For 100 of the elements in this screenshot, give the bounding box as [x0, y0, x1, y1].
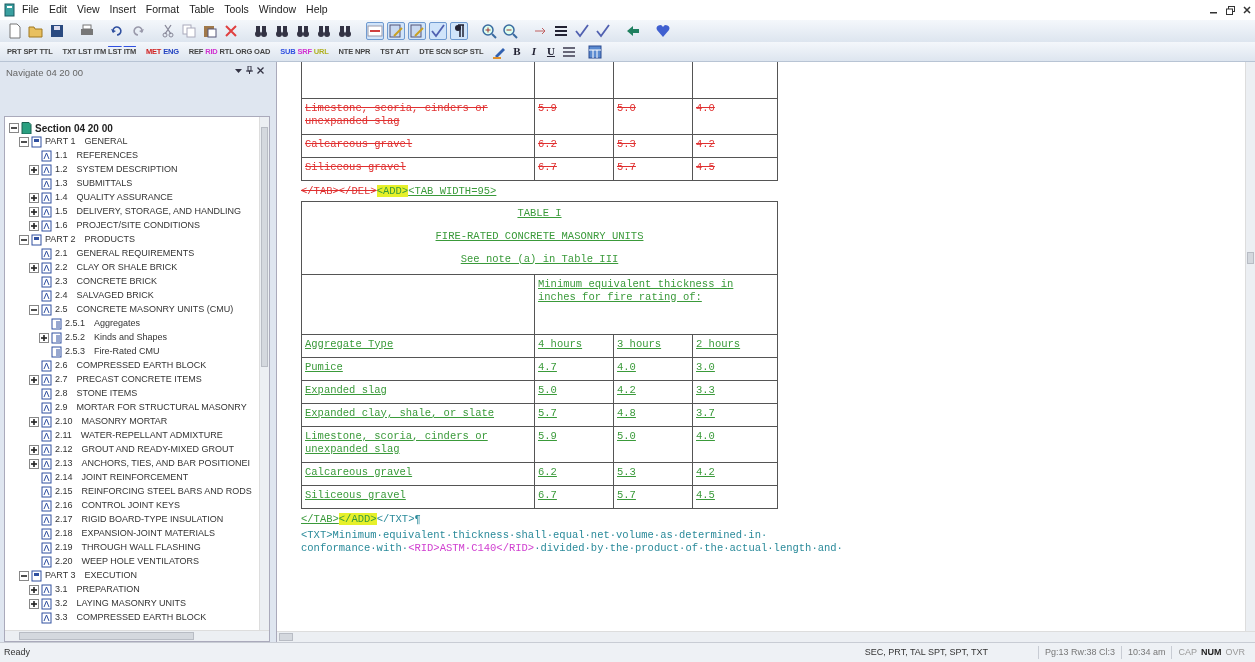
expand-icon[interactable]: [29, 207, 39, 217]
format-button[interactable]: B: [509, 43, 525, 60]
menu-item[interactable]: Edit: [44, 2, 71, 18]
tree-item[interactable]: 1.1 REFERENCES: [52, 149, 139, 163]
expand-icon[interactable]: [29, 599, 39, 609]
scrollbar[interactable]: [1245, 62, 1255, 631]
format-button[interactable]: U: [542, 43, 559, 60]
tree-item[interactable]: 2.3 CONCRETE BRICK: [52, 275, 158, 289]
tree-item[interactable]: 2.10 MASONRY MORTAR: [52, 415, 168, 429]
tree-item[interactable]: 2.8 STONE ITEMS: [52, 387, 138, 401]
dropdown-icon[interactable]: [235, 66, 242, 74]
article-icon: [41, 304, 52, 316]
menu-item[interactable]: Window: [254, 2, 301, 18]
scrollbar[interactable]: [5, 630, 269, 641]
menu-item[interactable]: File: [18, 2, 43, 18]
menu-item[interactable]: Table: [185, 2, 219, 18]
tree-item[interactable]: 3.2 LAYING MASONRY UNITS: [52, 597, 187, 611]
tree-item[interactable]: 2.12 GROUT AND READY-MIXED GROUT: [52, 443, 235, 457]
expand-icon[interactable]: [29, 445, 39, 455]
article-icon: [41, 192, 52, 204]
collapse-icon[interactable]: [19, 571, 29, 581]
expand-icon[interactable]: [29, 165, 39, 175]
format-button[interactable]: I: [527, 43, 540, 60]
tree-item[interactable]: PART 1 GENERAL: [42, 135, 128, 149]
tree-item[interactable]: 2.5 CONCRETE MASONRY UNITS (CMU): [52, 303, 234, 317]
check-mark-icon: [430, 23, 446, 39]
expand-icon[interactable]: [29, 221, 39, 231]
tree-item[interactable]: 2.15 REINFORCING STEEL BARS AND RODS: [52, 485, 252, 499]
collapse-icon[interactable]: [19, 137, 29, 147]
tree-item[interactable]: 2.5.3 Fire-Rated CMU: [62, 345, 160, 359]
lines-icon: [553, 23, 569, 39]
tree-item[interactable]: 2.1 GENERAL REQUIREMENTS: [52, 247, 195, 261]
tree-item[interactable]: 1.4 QUALITY ASSURANCE: [52, 191, 173, 205]
pencil-page-icon: [409, 23, 425, 39]
toolbar-button[interactable]: [48, 22, 66, 40]
close-icon[interactable]: [257, 66, 264, 74]
scissors-icon: [160, 23, 176, 39]
status-text: Pg:13 Rw:38 Cl:3: [1037, 645, 1121, 660]
scrollbar[interactable]: [259, 117, 269, 630]
heart-icon: [655, 23, 671, 39]
menu-item[interactable]: Format: [141, 2, 184, 18]
expand-icon[interactable]: [29, 193, 39, 203]
panel-title: Navigate 04 20 00: [6, 66, 84, 80]
tree-item[interactable]: 2.13 ANCHORS, TIES, AND BAR POSITIONEI: [52, 457, 250, 471]
tree-item[interactable]: 3.1 PREPARATION: [52, 583, 140, 597]
article-icon: [41, 612, 52, 624]
tree-item[interactable]: PART 3 EXECUTION: [42, 569, 138, 583]
tree-item[interactable]: 2.7 PRECAST CONCRETE ITEMS: [52, 373, 202, 387]
column-header: 3 hours: [613, 334, 693, 357]
status-indicator: CAP: [1178, 645, 1197, 659]
menu-item[interactable]: View: [73, 2, 104, 18]
table-title: FIRE-RATED CONCRETE MASONRY UNITS: [435, 229, 644, 242]
table-cell: 4.2: [692, 134, 778, 157]
article-icon: [41, 388, 52, 400]
redo-icon: [130, 23, 146, 39]
collapse-icon[interactable]: [29, 305, 39, 315]
close-icon[interactable]: [1243, 6, 1251, 14]
tree-item[interactable]: 2.9 MORTAR FOR STRUCTURAL MASONRY: [52, 401, 247, 415]
tree-item[interactable]: 1.6 PROJECT/SITE CONDITIONS: [52, 219, 201, 233]
toolbar-button[interactable]: [450, 22, 468, 40]
tree-item[interactable]: 2.17 RIGID BOARD-TYPE INSULATION: [52, 513, 224, 527]
menu-item[interactable]: Insert: [105, 2, 140, 18]
tree-item[interactable]: 2.2 CLAY OR SHALE BRICK: [52, 261, 178, 275]
table-cell: 5.7: [534, 403, 614, 426]
table-title: See note (a) in Table III: [460, 252, 619, 265]
tree-item[interactable]: Section 04 20 00: [32, 120, 113, 136]
pin-icon[interactable]: [246, 66, 253, 74]
tree-item[interactable]: 1.5 DELIVERY, STORAGE, AND HANDLING: [52, 205, 242, 219]
article-icon: [41, 472, 52, 484]
expand-icon[interactable]: [29, 585, 39, 595]
menu-item[interactable]: Tools: [220, 2, 253, 18]
menu-item[interactable]: Help: [302, 2, 332, 18]
tree-item[interactable]: 1.2 SYSTEM DESCRIPTION: [52, 163, 178, 177]
tree-item[interactable]: 2.18 EXPANSION-JOINT MATERIALS: [52, 527, 216, 541]
tree-item[interactable]: 2.20 WEEP HOLE VENTILATORS: [52, 555, 200, 569]
app-icon[interactable]: [4, 3, 16, 17]
tree-item[interactable]: 1.3 SUBMITTALS: [52, 177, 133, 191]
scrollbar[interactable]: [277, 631, 1255, 642]
table-icon[interactable]: [587, 44, 602, 59]
restore-icon[interactable]: [1226, 5, 1235, 15]
expand-icon[interactable]: [39, 333, 49, 343]
table-cell: 5.3: [613, 462, 693, 485]
tree-item[interactable]: 2.6 COMPRESSED EARTH BLOCK: [52, 359, 207, 373]
tree-item[interactable]: PART 2 PRODUCTS: [42, 233, 136, 247]
expand-icon[interactable]: [29, 263, 39, 273]
tree-item[interactable]: 2.5.2 Kinds and Shapes: [62, 331, 168, 345]
table-cell: 5.7: [613, 485, 693, 508]
tree-item[interactable]: 2.4 SALVAGED BRICK: [52, 289, 154, 303]
tree-item[interactable]: 2.16 CONTROL JOINT KEYS: [52, 499, 181, 513]
collapse-icon[interactable]: [9, 123, 19, 133]
tree-item[interactable]: 2.11 WATER-REPELLANT ADMIXTURE: [52, 429, 223, 443]
expand-icon[interactable]: [29, 375, 39, 385]
tree-item[interactable]: 2.5.1 Aggregates: [62, 317, 141, 331]
collapse-icon[interactable]: [19, 235, 29, 245]
tree-item[interactable]: 3.3 COMPRESSED EARTH BLOCK: [52, 611, 207, 625]
tree-item[interactable]: 2.19 THROUGH WALL FLASHING: [52, 541, 201, 555]
align-icon[interactable]: [561, 44, 576, 59]
expand-icon[interactable]: [29, 417, 39, 427]
tree-item[interactable]: 2.14 JOINT REINFORCEMENT: [52, 471, 189, 485]
expand-icon[interactable]: [29, 459, 39, 469]
